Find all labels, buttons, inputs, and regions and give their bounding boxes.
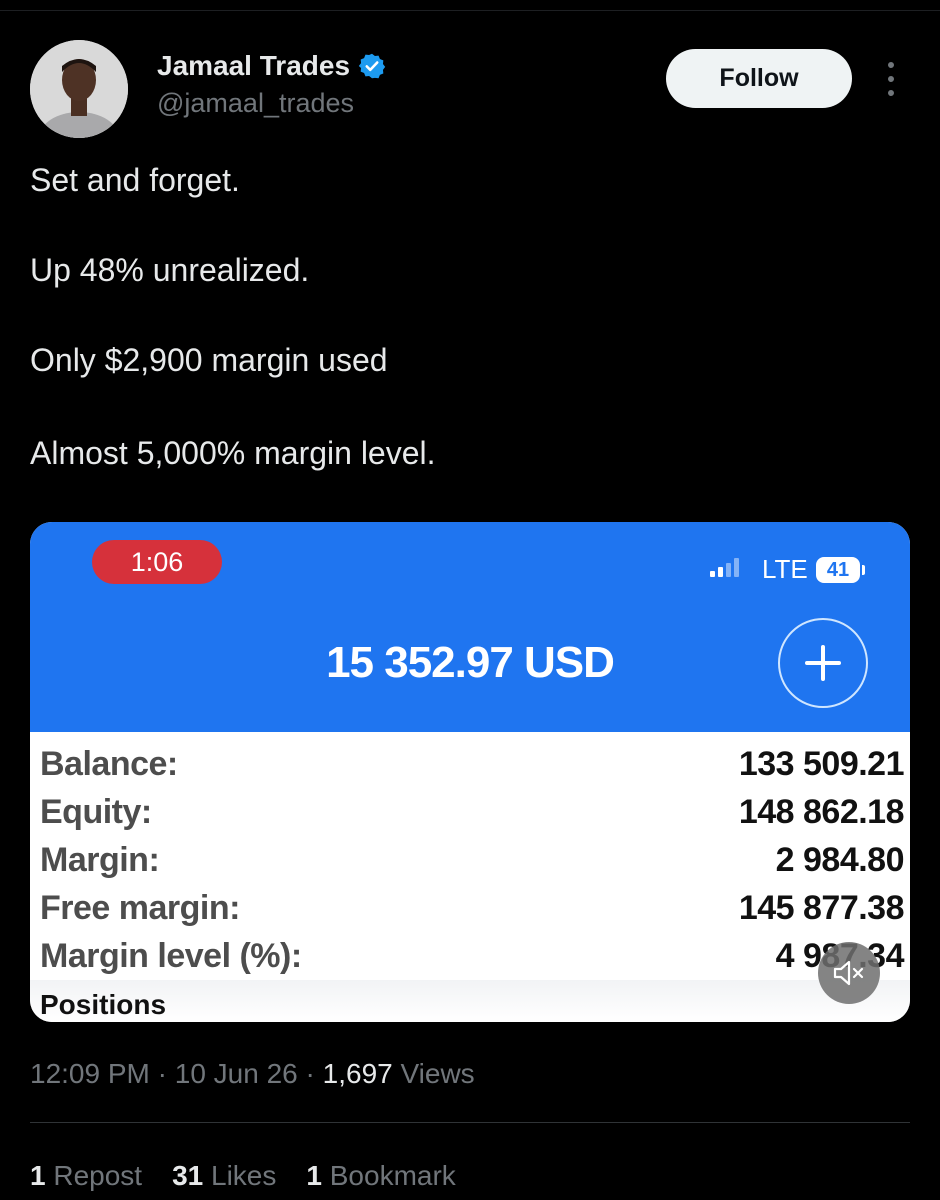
- avatar-photo: [30, 40, 128, 138]
- stat-value-free-margin: 145 877.38: [738, 889, 905, 927]
- bookmarks-link[interactable]: 1 Bookmark: [306, 1160, 455, 1192]
- tweet-text-line: Only $2,900 margin used: [30, 342, 388, 378]
- stat-value-margin: 2 984.80: [775, 841, 905, 879]
- stat-value-equity: 148 862.18: [738, 793, 905, 831]
- bookmarks-count: 1: [306, 1160, 322, 1191]
- author-handle[interactable]: @jamaal_trades: [157, 88, 354, 119]
- mute-icon[interactable]: [818, 942, 880, 1004]
- stat-label-margin-level: Margin level (%):: [40, 937, 302, 975]
- more-dot: [888, 62, 894, 68]
- avatar[interactable]: [30, 40, 128, 138]
- verified-badge-icon: [358, 53, 386, 79]
- more-dot: [888, 90, 894, 96]
- post-date[interactable]: 10 Jun 26: [175, 1058, 298, 1089]
- follow-button[interactable]: Follow: [666, 49, 852, 108]
- engagement-counts: 1 Repost 31 Likes 1 Bookmark: [30, 1160, 456, 1192]
- bookmarks-label: Bookmark: [329, 1160, 456, 1191]
- stat-value-balance: 133 509.21: [738, 745, 905, 783]
- more-options-icon[interactable]: [875, 62, 907, 96]
- plus-glyph: [805, 645, 841, 681]
- speaker-muted-glyph: [833, 960, 864, 986]
- positions-heading: Positions: [40, 989, 167, 1020]
- meta-separator: ·: [157, 1058, 175, 1089]
- stat-values: 133 509.21 148 862.18 2 984.80 145 877.3…: [738, 740, 905, 980]
- signal-icon: [710, 558, 739, 577]
- reposts-label: Repost: [53, 1160, 143, 1191]
- stat-labels: Balance: Equity: Margin: Free margin: Ma…: [40, 740, 302, 980]
- tweet-meta: 12:09 PM · 10 Jun 26 · 1,697 Views: [30, 1058, 475, 1090]
- top-divider: [0, 10, 940, 11]
- divider: [30, 1122, 910, 1123]
- battery-icon: 41: [816, 557, 860, 583]
- stat-label-margin: Margin:: [40, 841, 160, 879]
- views-label: Views: [400, 1058, 475, 1089]
- stat-label-equity: Equity:: [40, 793, 152, 831]
- plus-icon[interactable]: [778, 618, 868, 708]
- meta-separator: ·: [305, 1058, 323, 1089]
- tweet-text-line: Set and forget.: [30, 162, 240, 198]
- more-dot: [888, 76, 894, 82]
- stat-label-free-margin: Free margin:: [40, 889, 240, 927]
- likes-label: Likes: [211, 1160, 277, 1191]
- network-label: LTE: [762, 554, 808, 584]
- author-name-row[interactable]: Jamaal Trades: [157, 50, 386, 82]
- reposts-count: 1: [30, 1160, 46, 1191]
- battery-tip: [862, 565, 865, 575]
- views-count: 1,697: [322, 1058, 393, 1089]
- tweet-text-line: Almost 5,000% margin level.: [30, 435, 436, 471]
- author-name[interactable]: Jamaal Trades: [157, 50, 350, 82]
- stat-label-balance: Balance:: [40, 745, 178, 783]
- likes-count: 31: [172, 1160, 204, 1191]
- likes-link[interactable]: 31 Likes: [172, 1160, 276, 1192]
- app-header: 1:06 LTE 41 15 352.97 USD: [30, 522, 910, 732]
- media-video[interactable]: 1:06 LTE 41 15 352.97 USD Balance: Equit…: [30, 522, 910, 1022]
- status-time: 1:06: [92, 540, 222, 584]
- tweet-text-line: Up 48% unrealized.: [30, 252, 310, 288]
- reposts-link[interactable]: 1 Repost: [30, 1160, 142, 1192]
- post-time[interactable]: 12:09 PM: [30, 1058, 150, 1089]
